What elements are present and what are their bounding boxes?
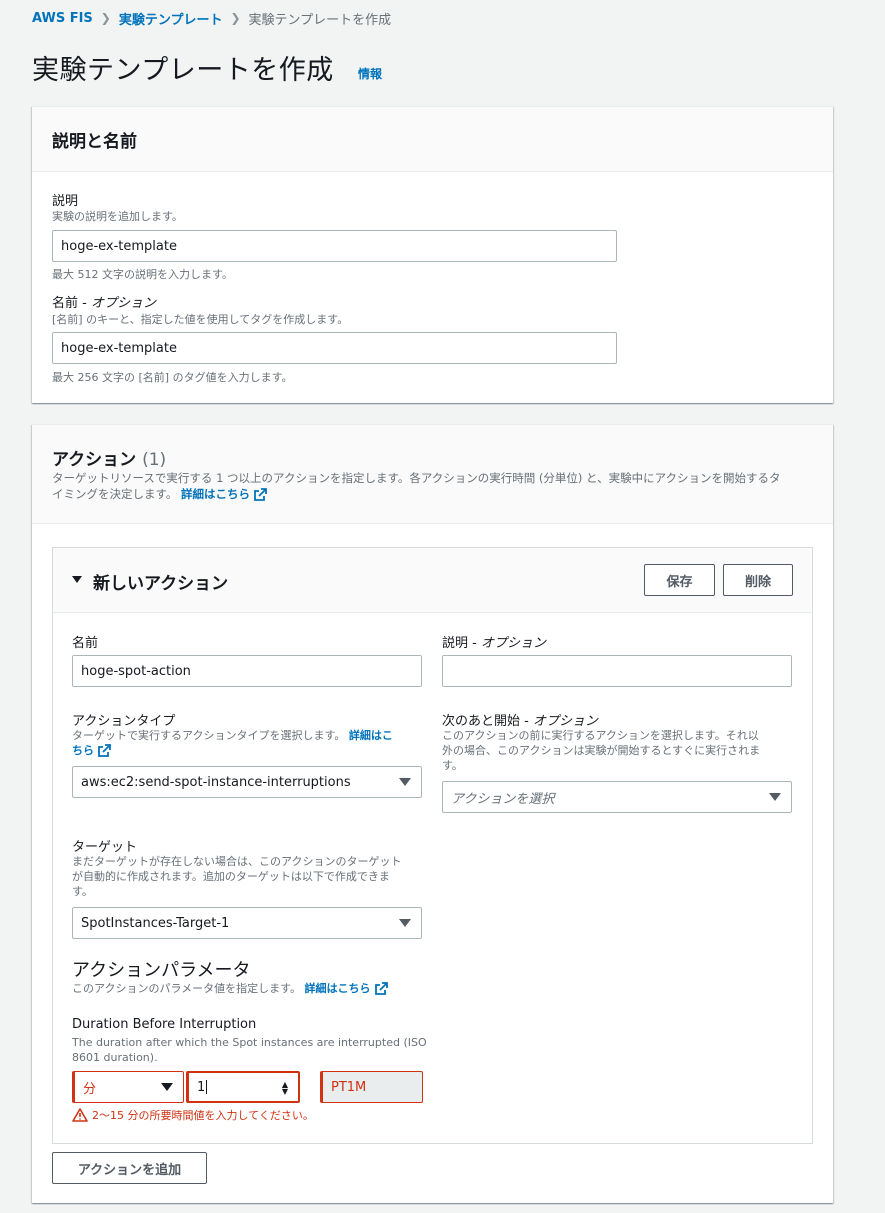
description-label: 説明 <box>52 194 79 209</box>
target-label: ターゲット <box>72 840 138 855</box>
action-desc-label: 説明 - オプション <box>442 636 546 651</box>
target-select[interactable]: SpotInstances-Target-1 <box>72 907 422 939</box>
action-type-learn-more-link[interactable]: 詳細はこ <box>349 729 393 742</box>
new-action-header[interactable]: 新しいアクション 保存 削除 <box>53 548 812 613</box>
duration-label: Duration Before Interruption <box>72 1017 257 1032</box>
start-after-placeholder: アクションを選択 <box>451 791 555 807</box>
panel-header: 説明と名前 <box>32 107 833 172</box>
chevron-right-icon: ❯ <box>230 11 241 25</box>
start-after-select[interactable]: アクションを選択 <box>442 781 792 813</box>
action-type-select[interactable]: aws:ec2:send-spot-instance-interruptions <box>72 766 422 798</box>
duration-unit-value: 分 <box>83 1081 97 1097</box>
target-value: SpotInstances-Target-1 <box>81 915 230 931</box>
new-action-container: 新しいアクション 保存 削除 名前 hoge-spot-action アクション… <box>52 547 813 1144</box>
caret-down-icon <box>399 919 411 927</box>
action-desc-input[interactable] <box>442 655 792 687</box>
name-input[interactable]: hoge-ex-template <box>52 332 617 364</box>
name-constraint: 最大 256 文字の [名前] のタグ値を入力します。 <box>52 371 293 384</box>
panel-header: アクション (1) ターゲットリソースで実行する 1 つ以上のアクションを指定し… <box>32 425 833 524</box>
action-type-help: ターゲットで実行するアクションタイプを選択します。 詳細はこ ちら <box>72 729 393 757</box>
duration-value: 1 <box>197 1079 206 1095</box>
breadcrumb: AWS FIS ❯ 実験テンプレート ❯ 実験テンプレートを作成 <box>32 8 391 28</box>
target-help: まだターゲットが存在しない場合は、このアクションのターゲット が自動的に作成され… <box>72 855 402 898</box>
description-constraint: 最大 512 文字の説明を入力します。 <box>52 268 233 281</box>
duration-iso-value: PT1M <box>331 1079 367 1095</box>
action-name-label: 名前 <box>72 636 99 651</box>
add-action-button[interactable]: アクションを追加 <box>52 1152 207 1184</box>
duration-unit-select[interactable]: 分 <box>72 1071 184 1103</box>
page-title: 実験テンプレートを作成 <box>32 55 334 86</box>
action-name-value: hoge-spot-action <box>81 663 191 679</box>
action-name-input[interactable]: hoge-spot-action <box>72 655 422 687</box>
action-params-title: アクションパラメータ <box>72 960 251 981</box>
action-params-help: このアクションのパラメータ値を指定します。 詳細はこちら <box>72 981 432 996</box>
description-input[interactable]: hoge-ex-template <box>52 230 617 262</box>
external-link-icon <box>254 487 267 501</box>
save-button[interactable]: 保存 <box>644 564 715 596</box>
start-after-label: 次のあと開始 - オプション <box>442 714 598 729</box>
name-help: [名前] のキーと、指定した値を使用してタグを作成します。 <box>52 313 349 326</box>
action-type-value: aws:ec2:send-spot-instance-interruptions <box>81 774 351 790</box>
breadcrumb-aws-fis[interactable]: AWS FIS <box>32 11 93 26</box>
actions-learn-more-link[interactable]: 詳細はこちら <box>181 487 267 501</box>
caret-down-icon <box>399 778 411 786</box>
description-input-value: hoge-ex-template <box>61 238 177 254</box>
actions-help: ターゲットリソースで実行する 1 つ以上のアクションを指定します。各アクションの… <box>52 471 781 501</box>
external-link-icon <box>374 982 388 995</box>
caret-down-icon <box>161 1083 173 1091</box>
new-action-title: 新しいアクション <box>93 574 229 594</box>
text-cursor <box>206 1080 208 1094</box>
breadcrumb-experiment-templates[interactable]: 実験テンプレート <box>119 9 223 28</box>
duration-value-input[interactable]: 1 ▲ ▼ <box>186 1071 300 1103</box>
panel-title: 説明と名前 <box>52 131 137 152</box>
start-after-help: このアクションの前に実行するアクションを選択します。それ以 外の場合、このアクシ… <box>442 729 761 772</box>
duration-help: The duration after which the Spot instan… <box>72 1036 427 1064</box>
chevron-right-icon: ❯ <box>100 11 111 25</box>
caret-down-icon <box>72 576 82 583</box>
actions-title: アクション (1) <box>52 450 167 470</box>
delete-button[interactable]: 削除 <box>723 564 793 596</box>
stepper-icon[interactable]: ▲ ▼ <box>282 1081 288 1096</box>
actions-panel: アクション (1) ターゲットリソースで実行する 1 つ以上のアクションを指定し… <box>32 424 833 1203</box>
params-learn-more-link[interactable]: 詳細はこちら <box>305 982 388 995</box>
action-type-learn-more-link-cont[interactable]: ちら <box>72 744 111 757</box>
caret-down-icon <box>769 793 781 801</box>
name-label: 名前 - オプション <box>52 296 156 311</box>
duration-iso-field: PT1M <box>320 1071 423 1103</box>
name-input-value: hoge-ex-template <box>61 340 177 356</box>
warning-icon <box>72 1108 88 1122</box>
info-link[interactable]: 情報 <box>358 65 382 82</box>
description-name-panel: 説明と名前 説明 実験の説明を追加します。 hoge-ex-template 最… <box>32 106 833 403</box>
duration-error: 2～15 分の所要時間値を入力してください。 <box>72 1107 314 1123</box>
breadcrumb-current: 実験テンプレートを作成 <box>248 12 392 28</box>
external-link-icon <box>98 744 111 757</box>
action-type-label: アクションタイプ <box>72 714 176 729</box>
description-help: 実験の説明を追加します。 <box>52 210 183 223</box>
